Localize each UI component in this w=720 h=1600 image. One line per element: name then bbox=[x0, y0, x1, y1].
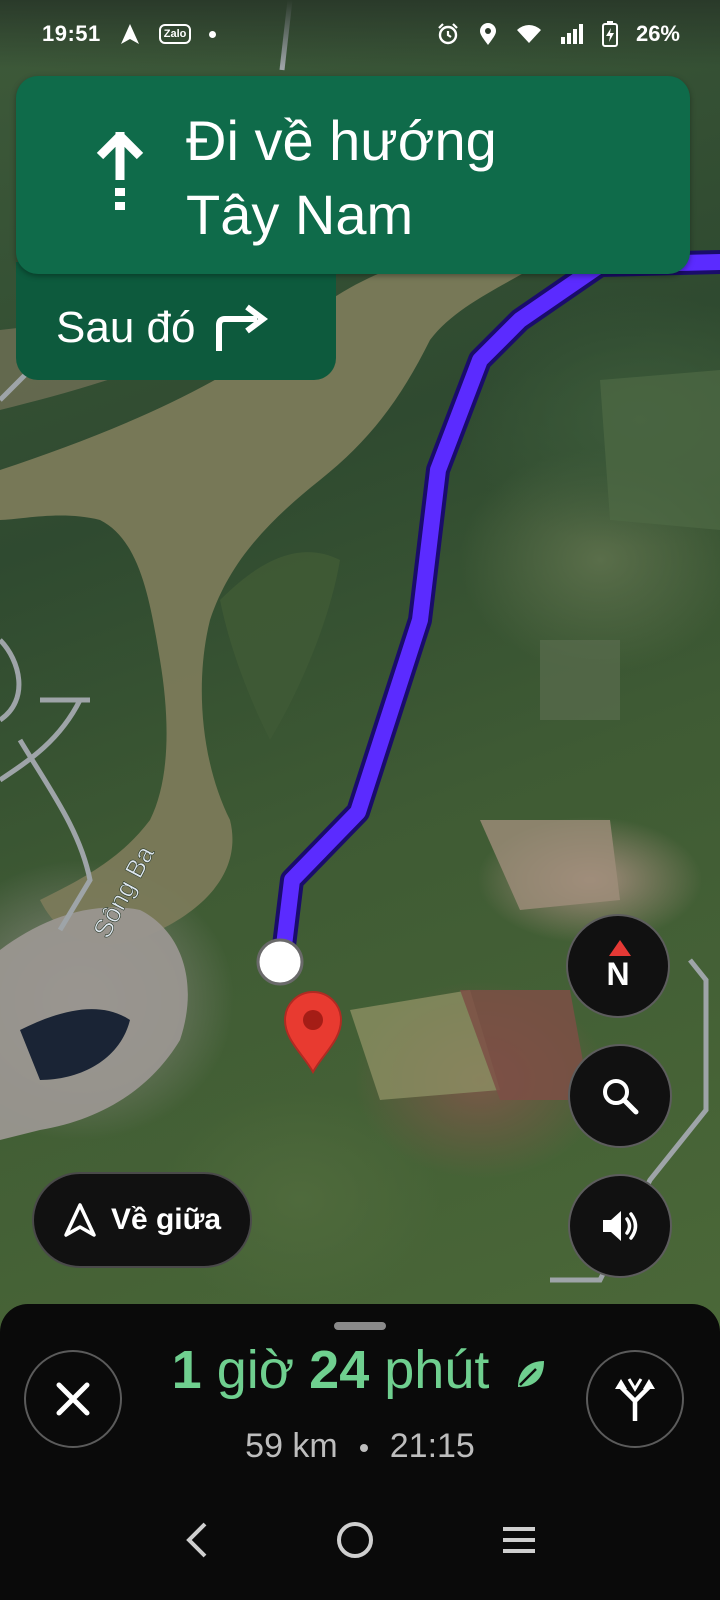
duration-minutes-unit: phút bbox=[384, 1340, 490, 1400]
trip-distance: 59 km bbox=[245, 1427, 338, 1465]
notification-dot bbox=[209, 30, 217, 38]
instruction-line2: Tây Nam bbox=[186, 183, 414, 246]
eco-leaf-icon bbox=[518, 1360, 545, 1387]
trip-duration: 1 giờ 24 phút bbox=[130, 1338, 590, 1402]
alarm-icon bbox=[438, 23, 458, 45]
signal-icon bbox=[560, 24, 583, 44]
recents-icon[interactable] bbox=[501, 1525, 537, 1555]
navigation-arrow-icon bbox=[120, 24, 139, 44]
sound-button[interactable] bbox=[568, 1174, 672, 1278]
compass-north-label: N bbox=[606, 955, 630, 992]
recenter-label: Về giữa bbox=[110, 1203, 222, 1236]
sound-icon bbox=[603, 1211, 638, 1241]
duration-minutes: 24 bbox=[309, 1340, 370, 1400]
exit-navigation-button[interactable] bbox=[24, 1350, 122, 1448]
current-position-dot bbox=[256, 938, 304, 986]
location-icon bbox=[479, 23, 496, 45]
battery-charging-icon bbox=[601, 21, 618, 47]
wifi-icon bbox=[516, 25, 541, 43]
back-icon[interactable] bbox=[183, 1522, 209, 1558]
alternate-routes-button[interactable] bbox=[586, 1350, 684, 1448]
next-maneuver-card[interactable]: Sau đó bbox=[16, 262, 336, 380]
recenter-arrow-icon bbox=[64, 1203, 96, 1237]
status-time: 19:51 bbox=[42, 21, 101, 46]
home-icon[interactable] bbox=[335, 1520, 375, 1560]
duration-hours-unit: giờ bbox=[216, 1340, 295, 1400]
direction-instruction: Đi về hướng Tây Nam bbox=[186, 76, 666, 252]
separator-dot bbox=[359, 1444, 368, 1453]
then-label: Sau đó bbox=[56, 303, 196, 352]
system-navigation-bar bbox=[0, 1480, 720, 1600]
turn-right-icon bbox=[216, 304, 269, 351]
compass-button[interactable]: N bbox=[566, 914, 670, 1018]
compass-icon bbox=[609, 940, 631, 956]
close-icon bbox=[56, 1382, 90, 1416]
status-bar: 19:51 Zalo 26% bbox=[0, 0, 720, 68]
direction-banner[interactable]: Đi về hướng Tây Nam bbox=[16, 76, 690, 274]
straight-arrow-icon bbox=[16, 76, 186, 274]
search-button[interactable] bbox=[568, 1044, 672, 1148]
sheet-drag-handle[interactable] bbox=[334, 1322, 386, 1330]
search-icon bbox=[603, 1079, 639, 1115]
zalo-icon: Zalo bbox=[158, 24, 192, 44]
trip-details: 59 km 21:15 bbox=[130, 1422, 590, 1470]
destination-pin bbox=[283, 991, 343, 1075]
battery-percent: 26% bbox=[635, 21, 680, 46]
arrival-time: 21:15 bbox=[389, 1427, 475, 1465]
trip-summary-sheet[interactable]: 1 giờ 24 phút 59 km 21:15 bbox=[0, 1304, 720, 1600]
instruction-line1: Đi về hướng bbox=[186, 109, 497, 172]
duration-hours: 1 bbox=[171, 1340, 202, 1400]
alternate-routes-icon bbox=[615, 1378, 655, 1421]
recenter-button[interactable]: Về giữa bbox=[32, 1172, 252, 1268]
